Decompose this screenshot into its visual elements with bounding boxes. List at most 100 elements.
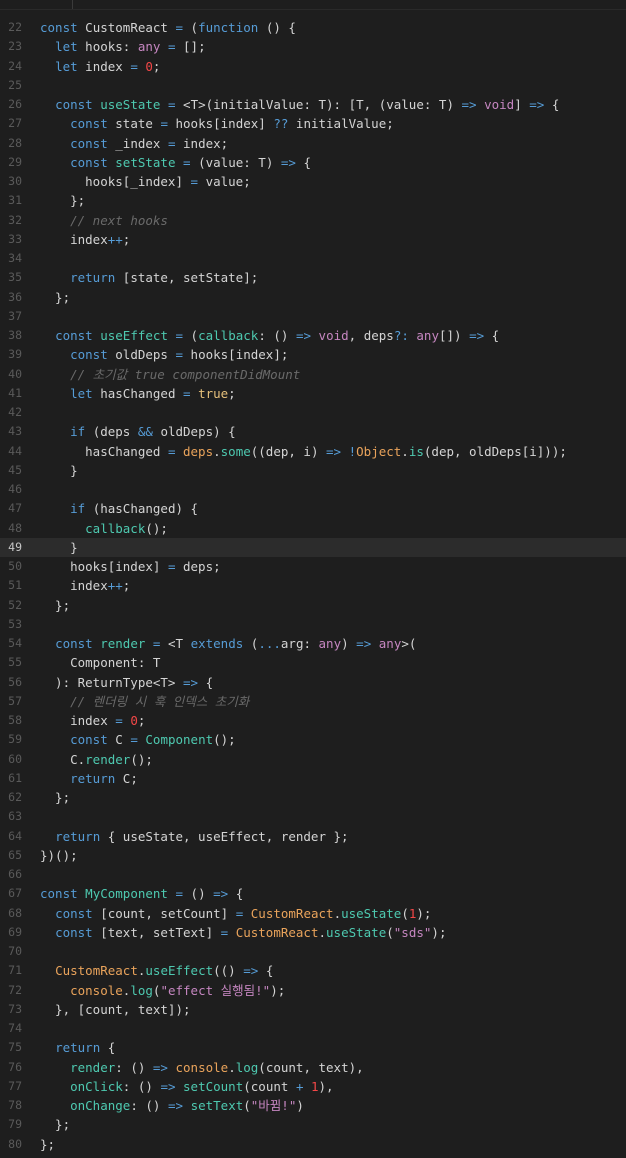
- code-line[interactable]: 34: [0, 249, 626, 268]
- code-area[interactable]: 22 const CustomReact = (function () {23 l…: [0, 18, 626, 1154]
- code-token: ();: [130, 751, 153, 767]
- code-line[interactable]: 42: [0, 403, 626, 422]
- code-text: hasChanged = deps.some((dep, i) => !Obje…: [40, 442, 567, 461]
- code-line[interactable]: 73 }, [count, text]);: [0, 1000, 626, 1019]
- code-line[interactable]: 38 const useEffect = (callback: () => vo…: [0, 326, 626, 345]
- code-text: }: [40, 461, 78, 480]
- code-line[interactable]: 69 const [text, setText] = CustomReact.u…: [0, 923, 626, 942]
- code-line[interactable]: 44 hasChanged = deps.some((dep, i) => !O…: [0, 442, 626, 461]
- code-line[interactable]: 41 let hasChanged = true;: [0, 384, 626, 403]
- code-line[interactable]: 67 const MyComponent = () => {: [0, 884, 626, 903]
- code-line[interactable]: 59 const C = Component();: [0, 730, 626, 749]
- line-number: 24: [8, 58, 22, 73]
- code-line[interactable]: 71 CustomReact.useEffect(() => {: [0, 961, 626, 980]
- code-token: render: [100, 636, 146, 651]
- code-line[interactable]: 72 console.log("effect 실행됨!");: [0, 981, 626, 1000]
- code-line[interactable]: 53: [0, 615, 626, 634]
- code-token: const: [70, 116, 108, 132]
- line-number: 29: [8, 154, 22, 169]
- code-line[interactable]: 52 };: [0, 596, 626, 615]
- code-line[interactable]: 80};: [0, 1135, 626, 1154]
- code-line[interactable]: 49 }: [0, 537, 626, 557]
- code-token: , deps: [348, 328, 394, 343]
- code-line[interactable]: 60 C.render();: [0, 750, 626, 769]
- code-line[interactable]: 35 return [state, setState];: [0, 268, 626, 287]
- code-line[interactable]: 65})();: [0, 846, 626, 865]
- code-line[interactable]: 29 const setState = (value: T) => {: [0, 153, 626, 172]
- code-text: CustomReact.useEffect(() => {: [40, 961, 273, 980]
- code-line[interactable]: 26 const useState = <T>(initialValue: T)…: [0, 95, 626, 114]
- code-line[interactable]: 37: [0, 307, 626, 326]
- code-line[interactable]: 25: [0, 76, 626, 95]
- line-number: 38: [8, 328, 22, 342]
- code-token: _index: [107, 135, 168, 151]
- code-line[interactable]: 48 callback();: [0, 519, 626, 538]
- code-line[interactable]: 50 hooks[index] = deps;: [0, 557, 626, 576]
- code-line[interactable]: 23 let hooks: any = [];: [0, 37, 626, 56]
- code-line[interactable]: 28 const _index = index;: [0, 134, 626, 153]
- code-line[interactable]: 78 onChange: () => setText("바뀜!"): [0, 1096, 626, 1115]
- code-token: MyComponent: [85, 886, 168, 902]
- code-line[interactable]: 47 if (hasChanged) {: [0, 499, 626, 518]
- code-text: // 초기값 true componentDidMount: [40, 365, 300, 384]
- line-number: 46: [8, 482, 22, 496]
- line-number: 41: [8, 385, 22, 400]
- code-token: ??: [273, 116, 289, 132]
- line-number: 53: [8, 616, 22, 631]
- code-token: =>: [160, 1078, 176, 1094]
- code-line[interactable]: 61 return C;: [0, 769, 626, 788]
- code-token: C;: [115, 770, 138, 786]
- code-text: if (hasChanged) {: [40, 499, 198, 518]
- code-token: useEffect: [145, 963, 214, 979]
- code-token: {: [198, 674, 214, 690]
- code-line[interactable]: 79 };: [0, 1115, 626, 1134]
- code-editor[interactable]: 22 const CustomReact = (function () {23 l…: [0, 0, 626, 1158]
- line-number: 22: [8, 20, 22, 34]
- code-line[interactable]: 45 }: [0, 461, 626, 480]
- code-line[interactable]: 63: [0, 807, 626, 826]
- code-token: if: [70, 424, 86, 440]
- code-token: 0: [130, 713, 138, 728]
- code-line[interactable]: 30 hooks[_index] = value;: [0, 172, 626, 191]
- code-line[interactable]: 77 onClick: () => setCount(count + 1),: [0, 1077, 626, 1096]
- code-line[interactable]: 40 // 초기값 true componentDidMount: [0, 365, 626, 384]
- code-line[interactable]: 75 return {: [0, 1038, 626, 1057]
- code-token: ;: [122, 231, 131, 247]
- code-line[interactable]: 55 Component: T: [0, 653, 626, 672]
- code-line[interactable]: 24 let index = 0;: [0, 57, 626, 76]
- code-token: Component: T: [40, 655, 161, 671]
- line-number: 30: [8, 174, 22, 188]
- code-line[interactable]: 39 const oldDeps = hooks[index];: [0, 345, 626, 364]
- code-line[interactable]: 68 const [count, setCount] = CustomReact…: [0, 904, 626, 923]
- code-line[interactable]: 36 };: [0, 288, 626, 307]
- code-line[interactable]: 43 if (deps && oldDeps) {: [0, 422, 626, 441]
- code-line[interactable]: 76 render: () => console.log(count, text…: [0, 1058, 626, 1077]
- code-token: onClick: [70, 1078, 123, 1094]
- code-line[interactable]: 56 ): ReturnType<T> => {: [0, 673, 626, 692]
- code-line[interactable]: 57 // 렌더링 시 훅 인덱스 초기화: [0, 692, 626, 711]
- code-line[interactable]: 62 };: [0, 788, 626, 807]
- code-line[interactable]: 54 const render = <T extends (...arg: an…: [0, 634, 626, 653]
- code-line[interactable]: 27 const state = hooks[index] ?? initial…: [0, 114, 626, 133]
- code-token: []): [438, 328, 470, 343]
- code-line[interactable]: 64 return { useState, useEffect, render …: [0, 827, 626, 846]
- code-token: index: [40, 578, 108, 594]
- code-line[interactable]: 66: [0, 865, 626, 884]
- code-token: let: [55, 58, 78, 74]
- code-line[interactable]: 33 index++;: [0, 230, 626, 249]
- code-line[interactable]: 22 const CustomReact = (function () {: [0, 18, 626, 37]
- code-line[interactable]: 74: [0, 1019, 626, 1038]
- code-token: const: [40, 886, 78, 902]
- code-line[interactable]: 31 };: [0, 191, 626, 210]
- code-token: console: [70, 982, 123, 998]
- code-line[interactable]: 32 // next hooks: [0, 211, 626, 230]
- code-line[interactable]: 51 index++;: [0, 576, 626, 595]
- code-line[interactable]: 58 index = 0;: [0, 711, 626, 730]
- code-line[interactable]: 70: [0, 942, 626, 961]
- code-line[interactable]: 46: [0, 480, 626, 499]
